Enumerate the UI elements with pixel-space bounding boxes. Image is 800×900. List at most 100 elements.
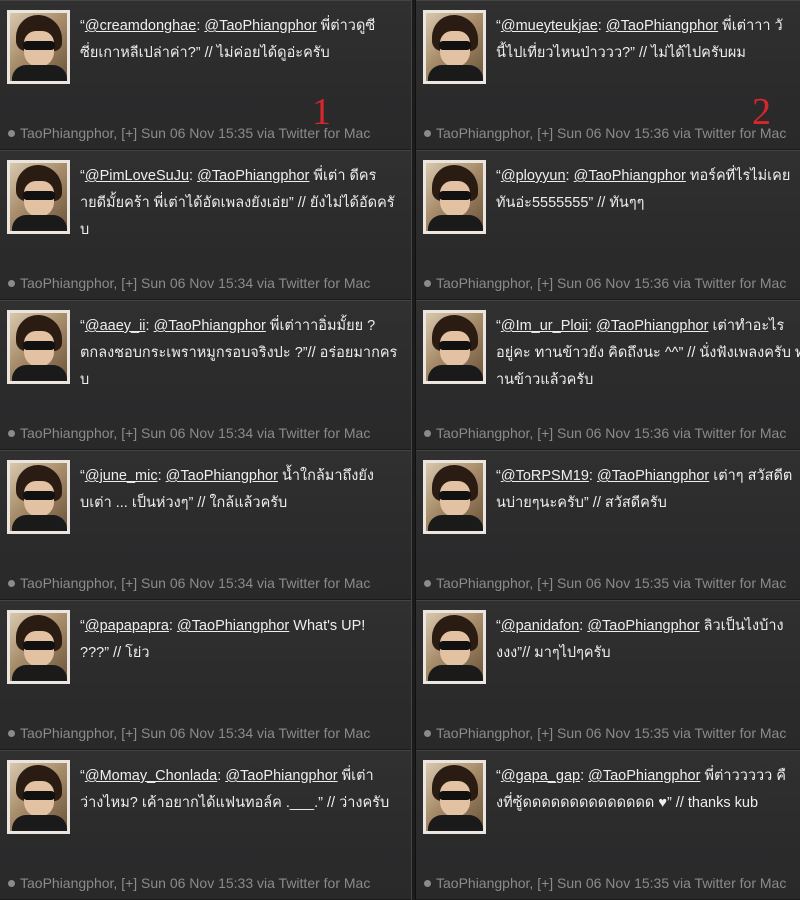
- avatar[interactable]: [7, 610, 70, 684]
- tweet-text-segment: พี่ต่าววววว คื: [700, 768, 787, 784]
- tweet-item[interactable]: “@Momay_Chonlada: @TaoPhiangphor พี่เต่า…: [0, 750, 411, 900]
- tweet-text: “@mueyteukjae: @TaoPhiangphor พี่เต่าาา …: [496, 13, 800, 67]
- tweet-meta: TaoPhiangphor, [+] Sun 06 Nov 15:35 via …: [424, 875, 800, 891]
- avatar[interactable]: [423, 610, 486, 684]
- tweet-meta-text[interactable]: TaoPhiangphor, [+] Sun 06 Nov 15:34 via …: [20, 725, 370, 741]
- tweet-item[interactable]: “@ToRPSM19: @TaoPhiangphor เต่าๆ สวัสดีต…: [416, 450, 800, 600]
- bullet-icon: [8, 130, 15, 137]
- tweet-line: บเต่า ... เป็นห่วงๆ” // ใกล้แล้วครับ: [80, 490, 411, 517]
- tweet-line: “@PimLoveSuJu: @TaoPhiangphor พี่เต่า ดี…: [80, 163, 411, 190]
- tweet-text-segment: งงง”// มาๆไปๆครับ: [496, 645, 611, 661]
- tweet-item[interactable]: “@panidafon: @TaoPhiangphor ลิวเป็นไงบ้า…: [416, 600, 800, 750]
- avatar[interactable]: [7, 310, 70, 384]
- mention-link[interactable]: @Im_ur_Ploii: [501, 318, 588, 334]
- tweet-line: อยู่คะ ทานข้าวยัง คิดถึงนะ ^^” // นั่งฟั…: [496, 340, 800, 367]
- reply-to-link[interactable]: @TaoPhiangphor: [596, 318, 708, 334]
- tweet-text-segment: ???” // โย่ว: [80, 645, 150, 661]
- panel-number-2: 2: [752, 91, 771, 133]
- tweet-text-segment: ว่างไหม? เค้าอยากได้แฟนทอล์ค .___.” // ว…: [80, 795, 390, 811]
- avatar[interactable]: [423, 760, 486, 834]
- reply-to-link[interactable]: @TaoPhiangphor: [606, 18, 718, 34]
- tweet-line: านข้าวแล้วครับ: [496, 367, 800, 394]
- tweet-text: “@aaey_ii: @TaoPhiangphor พี่เต่าาาอิ่มม…: [80, 313, 411, 394]
- tweet-text-segment: ซี่ยเกาหลีเปล่าค่า?” // ไม่ค่อยได้ดูอ่ะค…: [80, 45, 330, 61]
- tweet-text: “@panidafon: @TaoPhiangphor ลิวเป็นไงบ้า…: [496, 613, 800, 667]
- tweet-meta-text[interactable]: TaoPhiangphor, [+] Sun 06 Nov 15:34 via …: [20, 425, 370, 441]
- reply-to-link[interactable]: @TaoPhiangphor: [166, 468, 278, 484]
- reply-to-link[interactable]: @TaoPhiangphor: [574, 168, 686, 184]
- tweet-item[interactable]: “@aaey_ii: @TaoPhiangphor พี่เต่าาาอิ่มม…: [0, 300, 411, 450]
- avatar[interactable]: [423, 10, 486, 84]
- tweet-text-segment: พี่เต่า ดีคร: [309, 168, 377, 184]
- avatar[interactable]: [7, 460, 70, 534]
- tweet-meta-text[interactable]: TaoPhiangphor, [+] Sun 06 Nov 15:35 via …: [436, 875, 786, 891]
- avatar[interactable]: [7, 760, 70, 834]
- tweet-line: “@ployyun: @TaoPhiangphor ทอร์คที่ไรไม่เ…: [496, 163, 800, 190]
- tweet-meta-text[interactable]: TaoPhiangphor, [+] Sun 06 Nov 15:36 via …: [436, 125, 786, 141]
- tweet-item[interactable]: “@mueyteukjae: @TaoPhiangphor พี่เต่าาา …: [416, 0, 800, 150]
- tweet-meta-text[interactable]: TaoPhiangphor, [+] Sun 06 Nov 15:36 via …: [436, 275, 786, 291]
- avatar[interactable]: [423, 160, 486, 234]
- mention-link[interactable]: @PimLoveSuJu: [85, 168, 189, 184]
- tweet-meta-text[interactable]: TaoPhiangphor, [+] Sun 06 Nov 15:33 via …: [20, 875, 370, 891]
- bullet-icon: [424, 430, 431, 437]
- reply-to-link[interactable]: @TaoPhiangphor: [588, 768, 700, 784]
- tweet-text-segment: พี่เต่าาา วั: [718, 18, 783, 34]
- tweet-meta-text[interactable]: TaoPhiangphor, [+] Sun 06 Nov 15:34 via …: [20, 575, 370, 591]
- tweet-text-segment: ทอร์คที่ไรไม่เคย: [685, 168, 791, 184]
- tweet-item[interactable]: “@PimLoveSuJu: @TaoPhiangphor พี่เต่า ดี…: [0, 150, 411, 300]
- mention-link[interactable]: @Momay_Chonlada: [85, 768, 217, 784]
- avatar[interactable]: [7, 10, 70, 84]
- tweet-meta: TaoPhiangphor, [+] Sun 06 Nov 15:36 via …: [424, 125, 800, 141]
- reply-to-link[interactable]: @TaoPhiangphor: [587, 618, 699, 634]
- tweet-item[interactable]: “@Im_ur_Ploii: @TaoPhiangphor เต่าทำอะไร…: [416, 300, 800, 450]
- mention-link[interactable]: @aaey_ii: [85, 318, 146, 334]
- bullet-icon: [424, 580, 431, 587]
- avatar[interactable]: [423, 310, 486, 384]
- tweet-meta-text[interactable]: TaoPhiangphor, [+] Sun 06 Nov 15:35 via …: [436, 725, 786, 741]
- tweet-item[interactable]: “@ployyun: @TaoPhiangphor ทอร์คที่ไรไม่เ…: [416, 150, 800, 300]
- mention-link[interactable]: @panidafon: [501, 618, 579, 634]
- mention-link[interactable]: @papapapra: [85, 618, 169, 634]
- tweet-line: นบ่ายๆนะครับ” // สวัสดีครับ: [496, 490, 800, 517]
- bullet-icon: [8, 880, 15, 887]
- avatar[interactable]: [7, 160, 70, 234]
- mention-link[interactable]: @june_mic: [85, 468, 158, 484]
- reply-to-link[interactable]: @TaoPhiangphor: [597, 468, 709, 484]
- tweet-item[interactable]: “@creamdonghae: @TaoPhiangphor พี่ต่าวดู…: [0, 0, 411, 150]
- tweet-text-segment: ายดีมั้ยคร้า พี่เต่าได้อัดเพลงยังเอ่ย” /…: [80, 195, 395, 211]
- tweet-text-segment: :: [597, 18, 606, 34]
- mention-link[interactable]: @creamdonghae: [85, 18, 196, 34]
- tweet-line: “@ToRPSM19: @TaoPhiangphor เต่าๆ สวัสดีต: [496, 463, 800, 490]
- tweet-meta-text[interactable]: TaoPhiangphor, [+] Sun 06 Nov 15:34 via …: [20, 275, 370, 291]
- tweet-meta-text[interactable]: TaoPhiangphor, [+] Sun 06 Nov 15:35 via …: [436, 575, 786, 591]
- tweet-line: “@gapa_gap: @TaoPhiangphor พี่ต่าววววว ค…: [496, 763, 800, 790]
- tweet-line: “@june_mic: @TaoPhiangphor น้ำใกล้มาถึงย…: [80, 463, 411, 490]
- reply-to-link[interactable]: @TaoPhiangphor: [204, 18, 316, 34]
- tweet-text-segment: ทันอ่ะ5555555” // ทันๆๆ: [496, 195, 645, 211]
- timeline-column-2: “@mueyteukjae: @TaoPhiangphor พี่เต่าาา …: [416, 0, 800, 900]
- tweet-item[interactable]: “@gapa_gap: @TaoPhiangphor พี่ต่าววววว ค…: [416, 750, 800, 900]
- mention-link[interactable]: @ToRPSM19: [501, 468, 589, 484]
- avatar[interactable]: [423, 460, 486, 534]
- timeline-column-1: “@creamdonghae: @TaoPhiangphor พี่ต่าวดู…: [0, 0, 411, 900]
- tweet-line: ซี่ยเกาหลีเปล่าค่า?” // ไม่ค่อยได้ดูอ่ะค…: [80, 40, 411, 67]
- tweet-text: “@creamdonghae: @TaoPhiangphor พี่ต่าวดู…: [80, 13, 411, 67]
- tweet-text-segment: เต่าทำอะไร: [708, 318, 785, 334]
- tweet-text-segment: :: [565, 168, 574, 184]
- tweet-line: “@creamdonghae: @TaoPhiangphor พี่ต่าวดู…: [80, 13, 411, 40]
- reply-to-link[interactable]: @TaoPhiangphor: [154, 318, 266, 334]
- reply-to-link[interactable]: @TaoPhiangphor: [225, 768, 337, 784]
- tweet-meta: TaoPhiangphor, [+] Sun 06 Nov 15:35 via …: [8, 125, 411, 141]
- tweet-item[interactable]: “@june_mic: @TaoPhiangphor น้ำใกล้มาถึงย…: [0, 450, 411, 600]
- mention-link[interactable]: @gapa_gap: [501, 768, 580, 784]
- tweet-text-segment: เต่าๆ สวัสดีต: [709, 468, 793, 484]
- tweet-item[interactable]: “@papapapra: @TaoPhiangphor What's UP!??…: [0, 600, 411, 750]
- tweet-line: บ: [80, 217, 411, 244]
- reply-to-link[interactable]: @TaoPhiangphor: [197, 168, 309, 184]
- mention-link[interactable]: @ployyun: [501, 168, 566, 184]
- bullet-icon: [424, 280, 431, 287]
- reply-to-link[interactable]: @TaoPhiangphor: [177, 618, 289, 634]
- tweet-meta-text[interactable]: TaoPhiangphor, [+] Sun 06 Nov 15:36 via …: [436, 425, 786, 441]
- mention-link[interactable]: @mueyteukjae: [501, 18, 598, 34]
